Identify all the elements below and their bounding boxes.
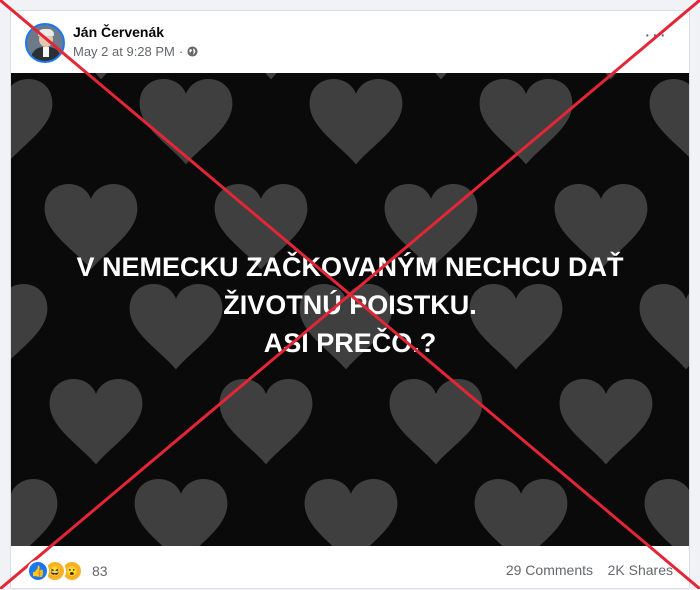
facebook-post-card: Ján Červenák May 2 at 9:28 PM · ··· V NE…	[10, 10, 690, 589]
globe-icon	[187, 46, 198, 57]
post-footer: 👍 😆 😮 83 29 Comments 2K Shares	[11, 546, 689, 590]
post-image[interactable]: V NEMECKU ZAČKOVANÝM NECHCU DAŤ ŽIVOTNÚ …	[11, 73, 689, 546]
caption-line-2: ŽIVOTNÚ POISTKU.	[223, 290, 477, 320]
post-meta: May 2 at 9:28 PM ·	[73, 44, 198, 59]
author-avatar[interactable]	[25, 23, 65, 63]
caption-line-1: V NEMECKU ZAČKOVANÝM NECHCU DAŤ	[76, 252, 624, 282]
like-icon: 👍	[27, 560, 49, 582]
post-timestamp[interactable]: May 2 at 9:28 PM	[73, 44, 175, 59]
reaction-count: 83	[92, 563, 108, 579]
reactions-summary[interactable]: 👍 😆 😮 83	[27, 560, 108, 582]
comments-link[interactable]: 29 Comments	[506, 562, 593, 578]
shares-link[interactable]: 2K Shares	[608, 562, 673, 578]
author-name[interactable]: Ján Červenák	[73, 24, 164, 40]
post-header: Ján Červenák May 2 at 9:28 PM · ···	[11, 11, 689, 73]
more-options-icon[interactable]: ···	[644, 25, 667, 45]
caption-line-3: ASI PREČO.?	[263, 328, 437, 358]
image-caption: V NEMECKU ZAČKOVANÝM NECHCU DAŤ ŽIVOTNÚ …	[11, 248, 689, 362]
